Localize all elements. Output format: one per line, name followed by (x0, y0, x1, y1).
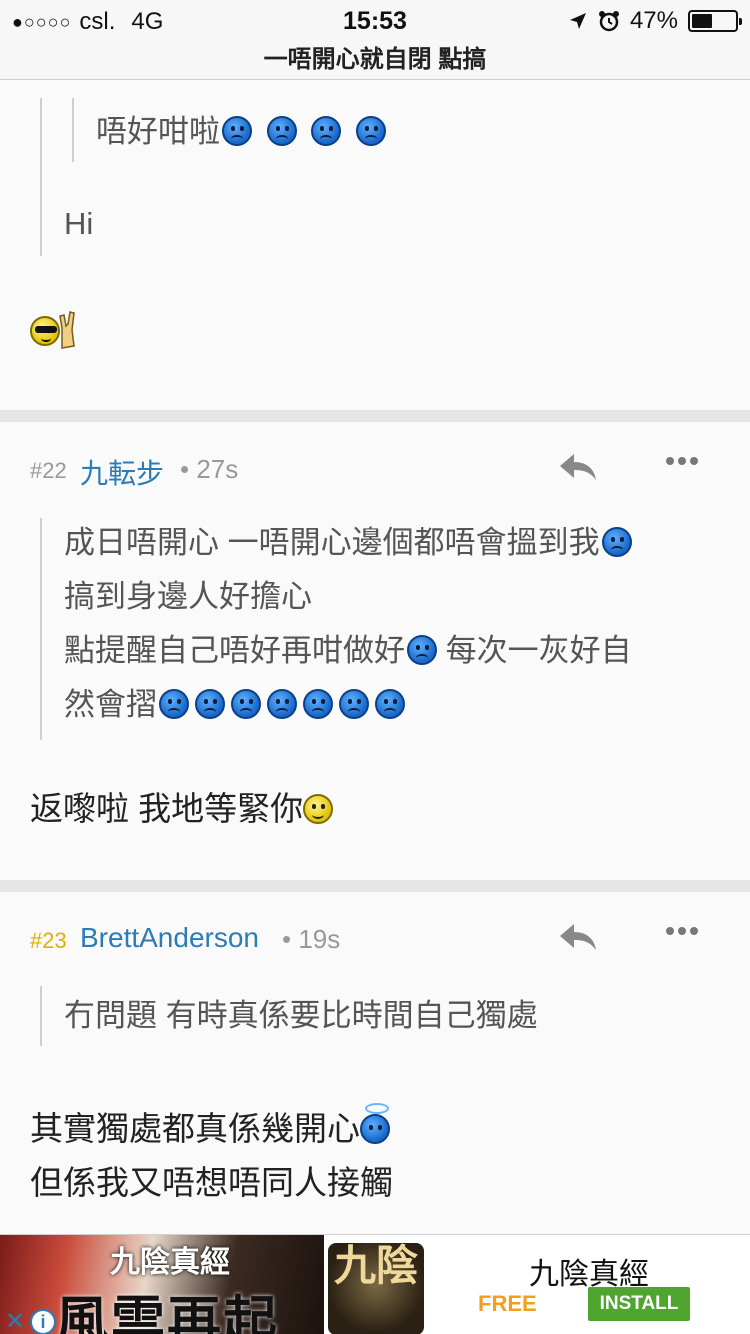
quote-text: Hi (64, 206, 94, 241)
sad-emoji-icon (222, 116, 252, 146)
ad-price: FREE (478, 1291, 537, 1316)
quote-text: 成日唔開心 一唔開心邊個都唔會搵到我 搞到身邊人好擔心 點提醒自己唔好再咁做好 … (64, 516, 724, 732)
status-bar: ●○○○○ csl. 4G 15:53 47% (0, 0, 750, 42)
battery-icon (688, 10, 742, 32)
post-body-line: 其實獨處都真係幾開心 (30, 1102, 393, 1156)
thread-content: 唔好咁啦 Hi #22 九転步 • 27s 成日唔開心 一唔開心邊個都唔會搵到我… (0, 80, 750, 1234)
post-header: #22 九転步 • 27s (0, 422, 750, 520)
post-header: #23 BrettAnderson • 19s (0, 892, 750, 990)
nested-quote-block (72, 98, 74, 162)
floor-number: #23 (30, 928, 67, 953)
post-body-text: 其實獨處都真係幾開心 (30, 1110, 360, 1147)
nested-quote-label: 唔好咁啦 (96, 114, 220, 149)
ad-close-icon[interactable]: ✕ (2, 1309, 28, 1334)
more-options-icon[interactable] (666, 452, 704, 482)
sad-emoji-icon (601, 527, 632, 557)
author-link[interactable]: 九転步 (80, 452, 164, 492)
sad-emoji-icon (339, 689, 369, 719)
install-button[interactable]: INSTALL (588, 1287, 690, 1321)
sad-emoji-icon (159, 689, 189, 719)
quote-line: 成日唔開心 一唔開心邊個都唔會搵到我 (64, 516, 724, 570)
post-body: 返嚟啦 我地等緊你 (0, 782, 334, 836)
more-options-icon[interactable] (666, 922, 704, 952)
ad-banner[interactable]: 九陰真經 風雲再起 ✕ i 九陰 九陰真經 FREE INSTALL (0, 1234, 750, 1334)
ad-info-icon[interactable]: i (30, 1309, 56, 1334)
quote-text: 冇問題 有時真係要比時間自己獨處 (64, 998, 538, 1033)
sad-emoji-icon (195, 689, 225, 719)
ad-banner-subtitle: 九陰真經 (110, 1245, 230, 1280)
reply-icon[interactable] (558, 922, 598, 952)
battery-percent: 47% (629, 7, 678, 34)
post-time: • 19s (282, 924, 341, 954)
floor-number: #22 (30, 458, 67, 483)
sad-emoji-icon (375, 689, 405, 719)
rock-hand-icon (59, 311, 75, 349)
nested-quote-text: 唔好咁啦 (96, 106, 386, 151)
quote-line-text: 成日唔開心 一唔開心邊個都唔會搵到我 (64, 525, 600, 560)
sad-emoji-icon (355, 116, 386, 146)
post-22: #22 九転步 • 27s 成日唔開心 一唔開心邊個都唔會搵到我 搞到身邊人好擔… (0, 422, 750, 880)
cool-rock-emoji-icon (30, 311, 75, 351)
post-time: • 27s (180, 454, 239, 484)
reply-icon[interactable] (558, 452, 598, 482)
quote-line-text: 然會摺 (64, 687, 157, 722)
quote-line: 然會摺 (64, 678, 724, 732)
post-body-text: 返嚟啦 我地等緊你 (30, 790, 304, 827)
quote-line: 搞到身邊人好擔心 (64, 579, 312, 614)
quote-line: 點提醒自己唔好再咁做好 每次一灰好自 (64, 624, 724, 678)
alarm-icon (598, 11, 619, 32)
quote-block (40, 986, 42, 1046)
post: 唔好咁啦 Hi (0, 80, 750, 410)
app-logo: 九陰 (328, 1243, 424, 1334)
battery-fill (692, 14, 712, 28)
location-icon (569, 13, 586, 29)
post-separator (0, 880, 750, 892)
sad-emoji-icon (231, 689, 261, 719)
sad-emoji-icon (311, 116, 342, 146)
quote-line-text: 每次一灰好自 (445, 633, 632, 668)
post-body-line: 但係我又唔想唔同人接觸 (30, 1164, 393, 1201)
post-separator (0, 410, 750, 422)
smile-wave-emoji-icon (303, 794, 334, 824)
sad-emoji-icon (407, 635, 437, 665)
author-link[interactable]: BrettAnderson (80, 922, 259, 954)
quote-block (40, 98, 42, 256)
ad-banner-title: 風雲再起 (55, 1289, 279, 1334)
angel-emoji-icon (360, 1103, 390, 1144)
thread-title: 一唔開心就自閉 點搞 (0, 42, 750, 80)
status-right: 47% (568, 7, 742, 35)
quote-line-text: 點提醒自己唔好再咁做好 (64, 633, 405, 668)
post-23: #23 BrettAnderson • 19s 冇問題 有時真係要比時間自己獨處… (0, 892, 750, 1234)
quote-block (40, 518, 42, 740)
sad-emoji-icon (267, 689, 297, 719)
sad-emoji-icon (303, 689, 333, 719)
post-body: 其實獨處都真係幾開心 但係我又唔想唔同人接觸 (0, 1102, 393, 1210)
sad-emoji-icon (266, 116, 297, 146)
